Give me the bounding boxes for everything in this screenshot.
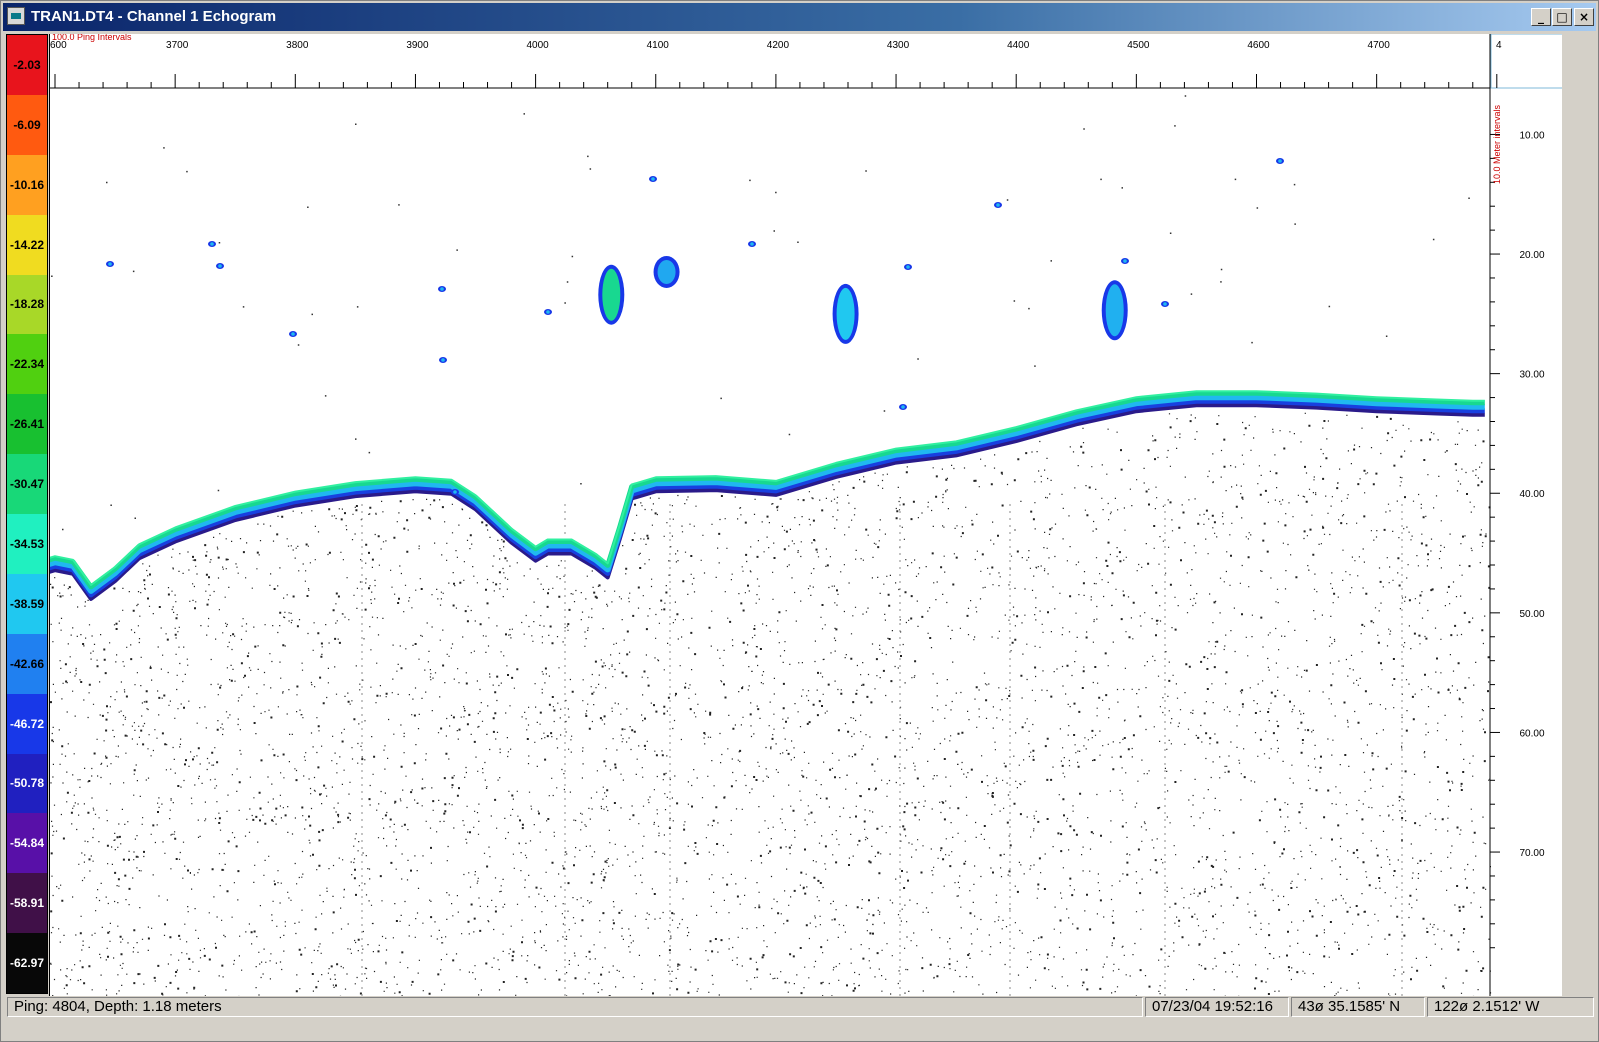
ping-tick-label: 4200 bbox=[767, 40, 790, 51]
axes: 100.0 Ping Intervals 600 3700 3800 3900 4000… bbox=[50, 34, 1562, 996]
depth-tick-label: 20.00 bbox=[1519, 250, 1544, 261]
single-target-core bbox=[441, 358, 445, 362]
depth-tick-label: 50.00 bbox=[1519, 609, 1544, 620]
color-scale-cell: -10.16 bbox=[7, 154, 47, 215]
color-scale-cell: -30.47 bbox=[7, 454, 47, 514]
echogram-app-icon[interactable] bbox=[7, 7, 25, 25]
single-target-core bbox=[1163, 302, 1167, 306]
echogram-window: TRAN1.DT4 - Channel 1 Echogram _ □ × -2.… bbox=[0, 0, 1599, 1042]
single-target-core bbox=[546, 310, 550, 314]
single-target-core bbox=[440, 287, 444, 291]
close-button[interactable]: × bbox=[1574, 8, 1594, 26]
depth-tick-label: 30.00 bbox=[1519, 370, 1544, 381]
single-target-core bbox=[210, 242, 214, 246]
window-title: TRAN1.DT4 - Channel 1 Echogram bbox=[31, 8, 277, 25]
ping-tick-label: 4700 bbox=[1368, 40, 1391, 51]
datetime-readout: 07/23/04 19:52:16 bbox=[1145, 997, 1289, 1017]
ping-tick-label: 600 bbox=[50, 40, 67, 51]
fish-school bbox=[602, 268, 621, 321]
color-scale-cell: -62.97 bbox=[7, 933, 47, 993]
echogram-canvas[interactable]: 100.0 Ping Intervals 600 3700 3800 3900 4000… bbox=[50, 34, 1562, 996]
color-scale-cell: -26.41 bbox=[7, 394, 47, 455]
echogram-plot[interactable]: 100.0 Ping Intervals 600 3700 3800 3900 4000… bbox=[49, 34, 1562, 996]
color-scale-cell: -58.91 bbox=[7, 873, 47, 934]
fish-school bbox=[657, 259, 676, 284]
single-target-core bbox=[750, 242, 754, 246]
ping-tick-label: 4 bbox=[1496, 40, 1502, 51]
color-scale-cell: -22.34 bbox=[7, 334, 47, 395]
color-scale-cell: -6.09 bbox=[7, 94, 47, 155]
ping-tick-label: 3900 bbox=[406, 40, 429, 51]
ping-tick-label: 3800 bbox=[286, 40, 309, 51]
color-scale-cell: -2.03 bbox=[7, 35, 47, 95]
background-noise bbox=[50, 95, 1492, 996]
latitude-readout: 43ø 35.1585' N bbox=[1291, 997, 1425, 1017]
color-scale-legend: -2.03 -6.09 -10.16 -14.22 -18.28 -22.34 -26.41… bbox=[6, 34, 48, 994]
ping-depth-readout: Ping: 4804, Depth: 1.18 meters bbox=[7, 997, 1143, 1017]
color-scale-cell: -18.28 bbox=[7, 274, 47, 335]
minimize-button[interactable]: _ bbox=[1531, 8, 1551, 26]
water-column-dots bbox=[51, 95, 1470, 531]
single-target-core bbox=[901, 405, 905, 409]
ping-tick-label: 4100 bbox=[647, 40, 670, 51]
ping-tick-label: 4600 bbox=[1247, 40, 1270, 51]
depth-tick-label: 70.00 bbox=[1519, 848, 1544, 859]
depth-tick-label: 40.00 bbox=[1519, 489, 1544, 500]
depth-tick-label: 60.00 bbox=[1519, 728, 1544, 739]
color-scale-cell: -46.72 bbox=[7, 693, 47, 754]
fish-targets bbox=[106, 158, 1284, 495]
fish-school bbox=[1105, 284, 1124, 337]
single-target-core bbox=[453, 490, 457, 494]
color-scale-cell: -42.66 bbox=[7, 633, 47, 694]
color-scale-cell: -50.78 bbox=[7, 753, 47, 814]
maximize-button[interactable]: □ bbox=[1552, 8, 1572, 26]
single-target-core bbox=[906, 265, 910, 269]
ping-tick-label: 4000 bbox=[526, 40, 549, 51]
seabed-echo bbox=[50, 390, 1485, 601]
title-bar[interactable]: TRAN1.DT4 - Channel 1 Echogram _ □ × bbox=[3, 3, 1596, 31]
single-target-core bbox=[291, 332, 295, 336]
color-scale-cell: -38.59 bbox=[7, 573, 47, 634]
axis-corner bbox=[1490, 34, 1562, 89]
color-scale-cell: -34.53 bbox=[7, 514, 47, 574]
longitude-readout: 122ø 2.1512' W bbox=[1427, 997, 1594, 1017]
single-target-core bbox=[1123, 259, 1127, 263]
single-target-core bbox=[218, 264, 222, 268]
ping-tick-label: 4400 bbox=[1007, 40, 1030, 51]
ping-tick-label: 4300 bbox=[887, 40, 910, 51]
status-bar: Ping: 4804, Depth: 1.18 meters 07/23/04 … bbox=[3, 997, 1596, 1019]
depth-tick-label: 10.00 bbox=[1519, 130, 1544, 141]
color-scale-cell: -54.84 bbox=[7, 813, 47, 874]
single-target-core bbox=[996, 203, 1000, 207]
ping-axis-ticks: 600 3700 3800 3900 4000 4100 4200 4300 4400 4500 4… bbox=[50, 34, 1562, 89]
color-scale-cell: -14.22 bbox=[7, 214, 47, 275]
single-target-core bbox=[651, 177, 655, 181]
ping-tick-label: 4500 bbox=[1127, 40, 1150, 51]
fish-school bbox=[836, 287, 855, 340]
single-target-core bbox=[108, 262, 112, 266]
single-target-core bbox=[1278, 159, 1282, 163]
meter-interval-label: 10.0 Meter intervals bbox=[1492, 104, 1502, 184]
ping-tick-label: 3700 bbox=[166, 40, 189, 51]
